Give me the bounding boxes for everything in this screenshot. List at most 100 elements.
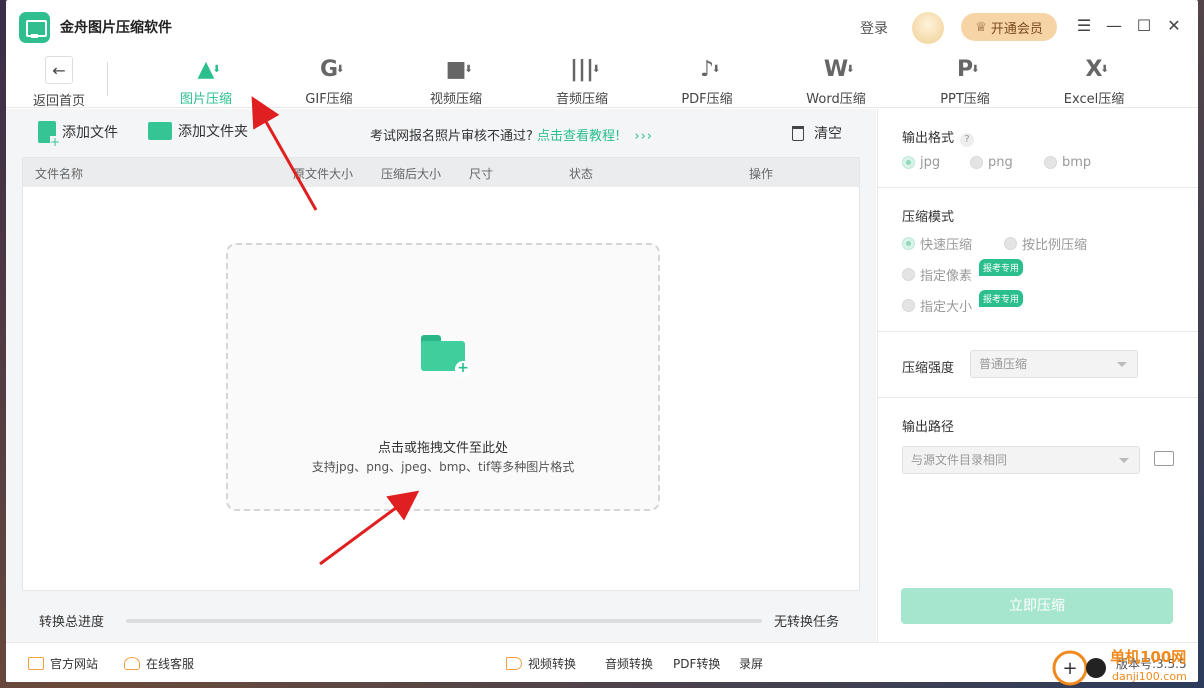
maximize-icon[interactable]: ☐	[1134, 16, 1154, 35]
file-table: 文件名称 原文件大小 压缩后大小 尺寸 状态 操作 + 点击或拖拽文件至此处 支…	[22, 157, 860, 591]
footer: 官方网站 在线客服 视频转换 音频转换 PDF转换 录屏 版本号:3.5.5	[6, 642, 1198, 682]
add-file-icon	[38, 121, 60, 148]
menu-icon[interactable]: ☰	[1074, 16, 1094, 35]
mode-pixel-radio[interactable]: 指定像素 报考专用	[902, 259, 1024, 284]
svg-text:+: +	[1062, 658, 1077, 679]
screen-record-link[interactable]: 录屏	[739, 655, 763, 672]
video-convert-link[interactable]: 视频转换	[506, 655, 576, 672]
chevron-down-icon	[1119, 458, 1129, 463]
exam-photo-tip: 考试网报名照片审核不通过? 点击查看教程! ›››	[370, 125, 653, 144]
watermark-logo: + 单机100网 danji100.com	[1048, 644, 1198, 688]
gif-compress-icon: G ⬇	[319, 57, 345, 82]
tab-image-compress[interactable]: ▲ ⬇ 图片压缩	[161, 56, 251, 107]
tip-text: 考试网报名照片审核不通过?	[370, 129, 533, 144]
vip-button[interactable]: ♕ 开通会员	[961, 13, 1057, 41]
drop-zone-title: 点击或拖拽文件至此处	[377, 441, 508, 456]
col-compressed-size: 压缩后大小	[381, 167, 442, 181]
image-compress-icon: ▲ ⬇	[197, 57, 221, 82]
output-format-title: 输出格式?	[902, 127, 975, 147]
tab-label: GIF压缩	[305, 92, 353, 107]
vip-button-label: 开通会员	[990, 21, 1043, 37]
table-header: 文件名称 原文件大小 压缩后大小 尺寸 状态 操作	[23, 158, 859, 187]
pdf-convert-link[interactable]: PDF转换	[673, 655, 720, 672]
format-bmp-radio[interactable]: bmp	[1044, 155, 1091, 170]
mode-ratio-radio[interactable]: 按比例压缩	[1004, 234, 1087, 253]
title-bar: 金舟图片压缩软件 登录 ♕ 开通会员 ☰ — ☐ ✕	[6, 0, 1198, 52]
tab-ppt-compress[interactable]: P ⬇ PPT压缩	[920, 56, 1010, 107]
crown-icon: ♕	[975, 19, 987, 35]
format-jpg-radio[interactable]: jpg	[902, 155, 940, 170]
audio-convert-link[interactable]: 音频转换	[605, 655, 653, 672]
compress-now-button[interactable]: 立即压缩	[901, 588, 1173, 624]
tab-pdf-compress[interactable]: ♪ ⬇ PDF压缩	[662, 56, 752, 107]
app-title: 金舟图片压缩软件	[60, 20, 172, 36]
official-site-link[interactable]: 官方网站	[28, 655, 98, 672]
strength-section: 压缩强度 普通压缩	[878, 332, 1198, 398]
toolbar-divider	[107, 62, 108, 96]
progress-bar	[126, 619, 762, 623]
col-actions: 操作	[749, 167, 774, 181]
open-folder-icon[interactable]	[1154, 451, 1174, 466]
tab-word-compress[interactable]: W ⬇ Word压缩	[791, 56, 881, 107]
drop-zone[interactable]: + 点击或拖拽文件至此处 支持jpg、png、jpeg、bmp、tif等多种图片…	[226, 243, 660, 511]
tab-label: Word压缩	[806, 92, 866, 107]
exam-badge: 报考专用	[979, 290, 1024, 307]
video-compress-icon: ■ ⬇	[445, 57, 473, 82]
chevron-down-icon	[1117, 362, 1127, 367]
ppt-compress-icon: P ⬇	[956, 57, 980, 82]
pdf-compress-icon: ♪ ⬇	[699, 57, 721, 82]
megaphone-icon	[506, 657, 522, 670]
headset-icon	[124, 657, 140, 670]
arrow-left-icon: ←	[45, 56, 73, 84]
compress-mode-title: 压缩模式	[902, 210, 955, 225]
output-format-section: 输出格式? jpg png bmp	[878, 109, 1198, 188]
add-file-label: 添加文件	[62, 125, 118, 141]
col-file-name: 文件名称	[35, 167, 84, 181]
mode-size-radio[interactable]: 指定大小 报考专用	[902, 290, 1024, 315]
tab-excel-compress[interactable]: X ⬇ Excel压缩	[1049, 56, 1139, 107]
col-dimensions: 尺寸	[469, 167, 494, 181]
tab-label: 视频压缩	[429, 92, 482, 107]
tab-label: PPT压缩	[940, 92, 990, 107]
avatar[interactable]	[912, 12, 944, 44]
add-folder-button[interactable]: 添加文件夹	[148, 121, 248, 141]
back-home-button[interactable]: ← 返回首页	[24, 56, 94, 109]
audio-compress-icon: ||| ⬇	[569, 57, 601, 82]
app-window: 金舟图片压缩软件 登录 ♕ 开通会员 ☰ — ☐ ✕ ← 返回首页 ▲ ⬇ 图片压…	[6, 0, 1198, 682]
support-link[interactable]: 在线客服	[124, 655, 194, 672]
add-folder-icon	[148, 122, 172, 140]
word-compress-icon: W ⬇	[823, 57, 855, 82]
strength-select[interactable]: 普通压缩	[970, 350, 1138, 378]
tab-gif-compress[interactable]: G ⬇ GIF压缩	[284, 56, 374, 107]
help-icon[interactable]: ?	[960, 133, 975, 147]
back-home-label: 返回首页	[32, 94, 85, 109]
progress-row: 转换总进度 无转换任务	[6, 599, 876, 642]
col-original-size: 原文件大小	[293, 167, 354, 181]
action-bar: 添加文件 添加文件夹 考试网报名照片审核不通过? 点击查看教程! ››› 清空	[6, 109, 876, 157]
minimize-icon[interactable]: —	[1104, 16, 1124, 35]
tutorial-link[interactable]: 点击查看教程!	[537, 129, 620, 144]
strength-title: 压缩强度	[902, 361, 955, 376]
add-folder-label: 添加文件夹	[178, 124, 248, 140]
clear-label: 清空	[814, 126, 842, 142]
tab-label: 图片压缩	[179, 92, 232, 107]
close-icon[interactable]: ✕	[1164, 16, 1184, 35]
excel-compress-icon: X ⬇	[1085, 57, 1109, 82]
progress-status: 无转换任务	[774, 615, 840, 630]
main-area: 添加文件 添加文件夹 考试网报名照片审核不通过? 点击查看教程! ››› 清空 …	[6, 109, 876, 642]
add-file-button[interactable]: 添加文件	[38, 121, 118, 148]
tab-label: PDF压缩	[681, 92, 733, 107]
monitor-icon	[28, 657, 44, 670]
mode-fast-radio[interactable]: 快速压缩	[902, 234, 972, 253]
tab-video-compress[interactable]: ■ ⬇ 视频压缩	[411, 56, 501, 107]
tab-label: 音频压缩	[555, 92, 608, 107]
format-png-radio[interactable]: png	[970, 155, 1013, 170]
svg-text:danji100.com: danji100.com	[1112, 670, 1187, 683]
tab-audio-compress[interactable]: ||| ⬇ 音频压缩	[537, 56, 627, 107]
output-path-select[interactable]: 与源文件目录相同	[902, 446, 1140, 474]
clear-button[interactable]: 清空	[792, 123, 842, 143]
exam-badge: 报考专用	[979, 259, 1024, 276]
login-link[interactable]: 登录	[860, 18, 888, 38]
trash-icon	[792, 125, 804, 141]
settings-panel: 输出格式? jpg png bmp 压缩模式 快速压缩 按比例压缩 指定像素 报考…	[877, 109, 1198, 642]
